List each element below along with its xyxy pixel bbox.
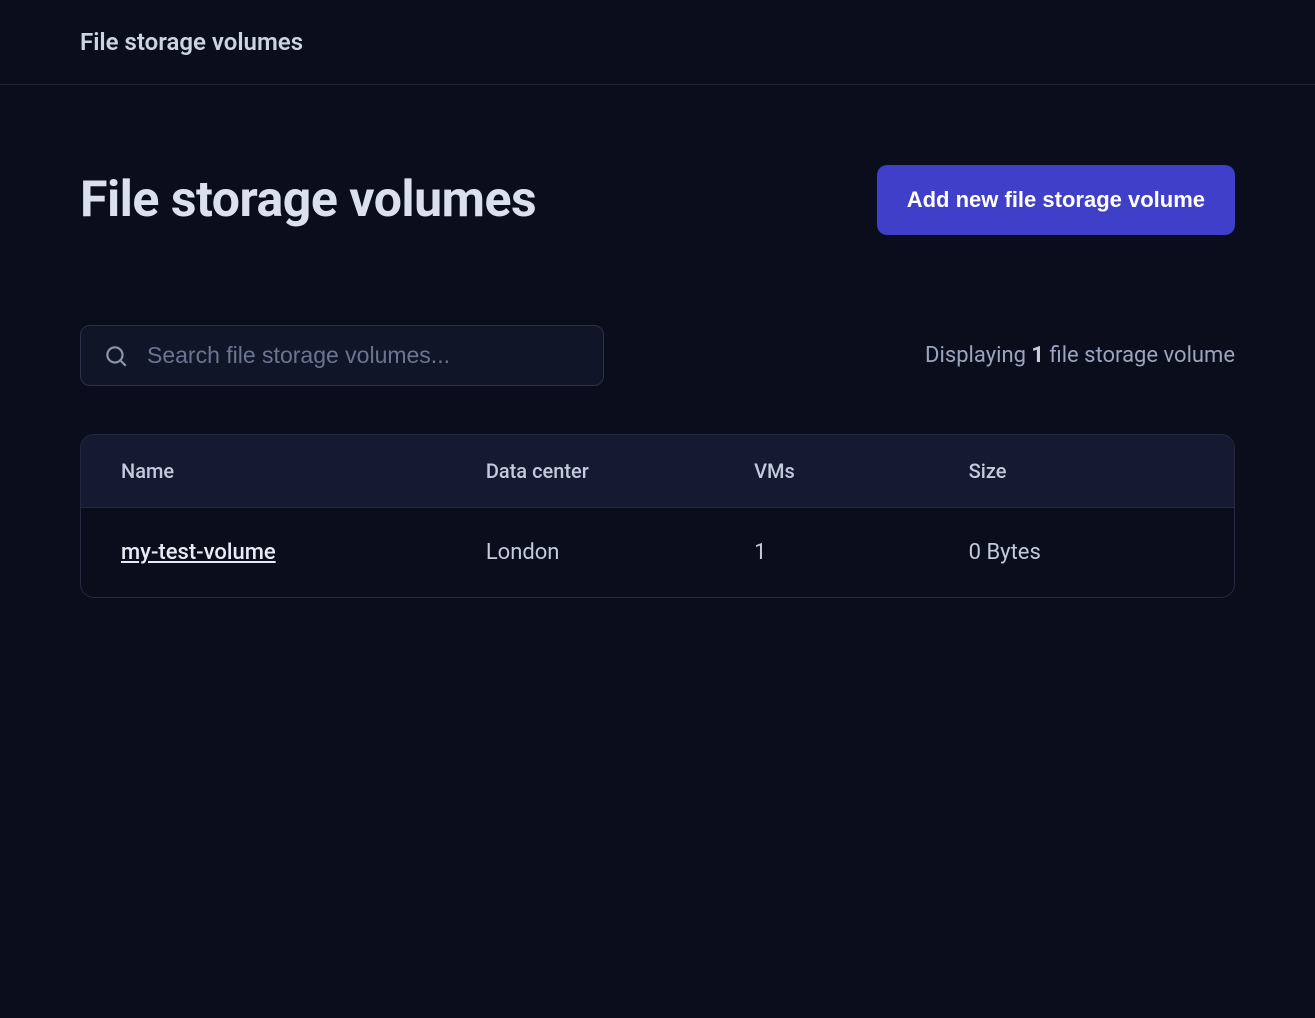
header-data-center: Data center (486, 459, 754, 483)
top-bar: File storage volumes (0, 0, 1315, 85)
header-vms: VMs (754, 459, 969, 483)
result-count: Displaying 1 file storage volume (925, 343, 1235, 368)
cell-data-center: London (486, 540, 754, 565)
count-suffix: file storage volume (1044, 343, 1235, 368)
main-content: File storage volumes Add new file storag… (0, 85, 1315, 598)
search-input[interactable] (147, 342, 581, 369)
header-row: File storage volumes Add new file storag… (80, 165, 1235, 235)
header-name: Name (121, 459, 486, 483)
volumes-table: Name Data center VMs Size my-test-volume… (80, 434, 1235, 598)
search-icon (103, 343, 129, 369)
breadcrumb: File storage volumes (80, 28, 1235, 56)
search-box[interactable] (80, 325, 604, 386)
search-row: Displaying 1 file storage volume (80, 325, 1235, 386)
count-number: 1 (1031, 343, 1044, 368)
header-size: Size (969, 459, 1194, 483)
volume-name-link[interactable]: my-test-volume (121, 540, 276, 565)
cell-vms: 1 (754, 540, 969, 565)
table-header: Name Data center VMs Size (81, 435, 1234, 508)
add-volume-button[interactable]: Add new file storage volume (877, 165, 1235, 235)
page-title: File storage volumes (80, 171, 536, 229)
table-row: my-test-volume London 1 0 Bytes (81, 508, 1234, 597)
count-prefix: Displaying (925, 343, 1031, 368)
cell-size: 0 Bytes (969, 540, 1194, 565)
